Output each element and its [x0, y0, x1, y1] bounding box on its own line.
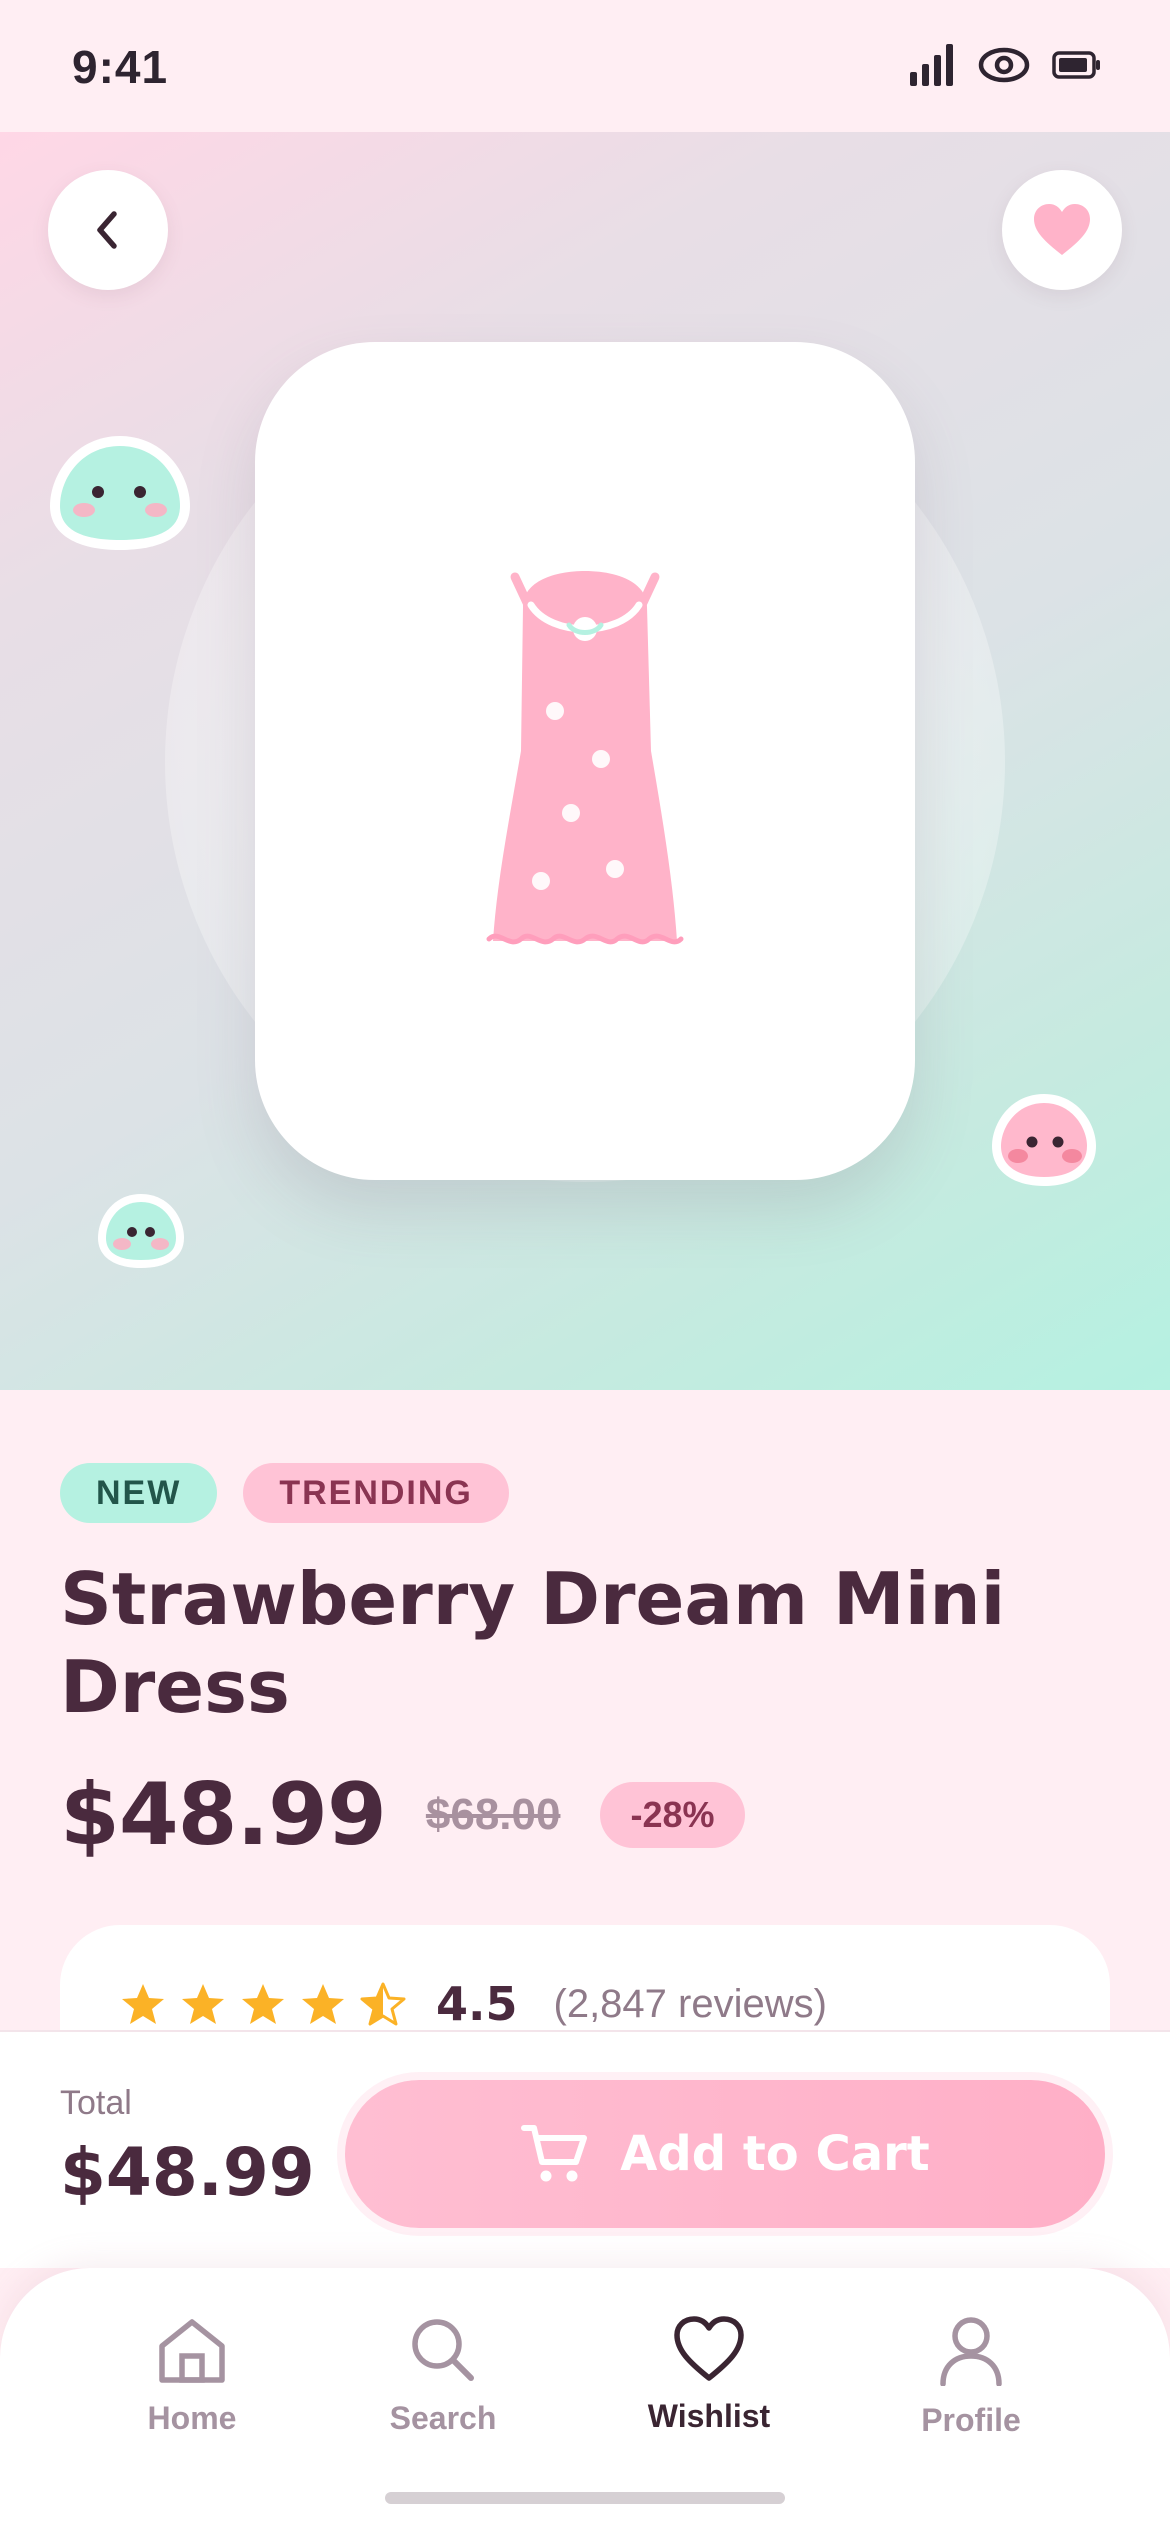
product-tags: NEW TRENDING	[60, 1463, 509, 1523]
tab-search-label: Search	[389, 2400, 497, 2436]
original-price: $68.00	[425, 1790, 561, 1839]
price-row: $48.99 $68.00 -28%	[60, 1765, 745, 1865]
tag-new: NEW	[60, 1463, 218, 1523]
search-icon	[412, 2319, 474, 2381]
signal-icon	[910, 44, 953, 86]
total-label: Total	[60, 2084, 132, 2122]
star-icon	[242, 1984, 284, 2024]
home-icon	[159, 2319, 225, 2383]
product-hero	[0, 132, 1170, 1390]
dress-illustration	[486, 571, 684, 945]
battery-icon	[1052, 51, 1100, 79]
product-title: Strawberry Dream Mini Dress	[60, 1557, 1006, 1729]
star-icon	[302, 1984, 344, 2024]
total-value: $48.99	[60, 2134, 315, 2211]
star-half-icon	[360, 1982, 406, 2026]
review-count[interactable]: (2,847 reviews)	[554, 1982, 827, 2027]
heart-filled-icon	[1034, 204, 1090, 255]
discount-badge: -28%	[600, 1782, 745, 1848]
current-price: $48.99	[60, 1765, 387, 1865]
mascot-mint-large	[50, 436, 190, 550]
tab-home[interactable]: Home	[102, 2316, 282, 2437]
star-icon	[122, 1984, 164, 2024]
status-icons	[910, 44, 1102, 86]
status-time: 9:41	[72, 41, 169, 93]
tab-wishlist[interactable]: Wishlist	[619, 2316, 799, 2435]
eye-icon	[978, 47, 1030, 83]
status-bar: 9:41	[0, 0, 1170, 132]
product-image-card[interactable]	[255, 342, 915, 1180]
tab-profile-label: Profile	[921, 2402, 1021, 2438]
checkout-bar: Total $48.99 Add to Cart	[0, 2030, 1170, 2268]
star-icon	[182, 1984, 224, 2024]
rating-value: 4.5	[436, 1977, 518, 2031]
mascot-pink	[992, 1094, 1096, 1186]
tab-home-label: Home	[147, 2400, 237, 2436]
cart-icon	[521, 2125, 588, 2182]
mascot-mint-small	[98, 1194, 184, 1268]
back-button[interactable]	[48, 170, 168, 290]
profile-icon	[940, 2317, 1002, 2386]
add-to-cart-button[interactable]: Add to Cart	[345, 2080, 1105, 2228]
chevron-left-icon	[97, 211, 117, 249]
heart-icon	[674, 2316, 744, 2381]
home-indicator	[385, 2492, 785, 2504]
rating-stars	[120, 1982, 406, 2026]
favorite-button[interactable]	[1002, 170, 1122, 290]
tab-profile[interactable]: Profile	[881, 2316, 1061, 2439]
tab-search[interactable]: Search	[353, 2316, 533, 2437]
add-to-cart-label: Add to Cart	[620, 2126, 930, 2182]
rating-row: 4.5 (2,847 reviews)	[120, 1977, 827, 2031]
tag-trending: TRENDING	[243, 1463, 509, 1523]
tab-wishlist-label: Wishlist	[647, 2398, 771, 2434]
